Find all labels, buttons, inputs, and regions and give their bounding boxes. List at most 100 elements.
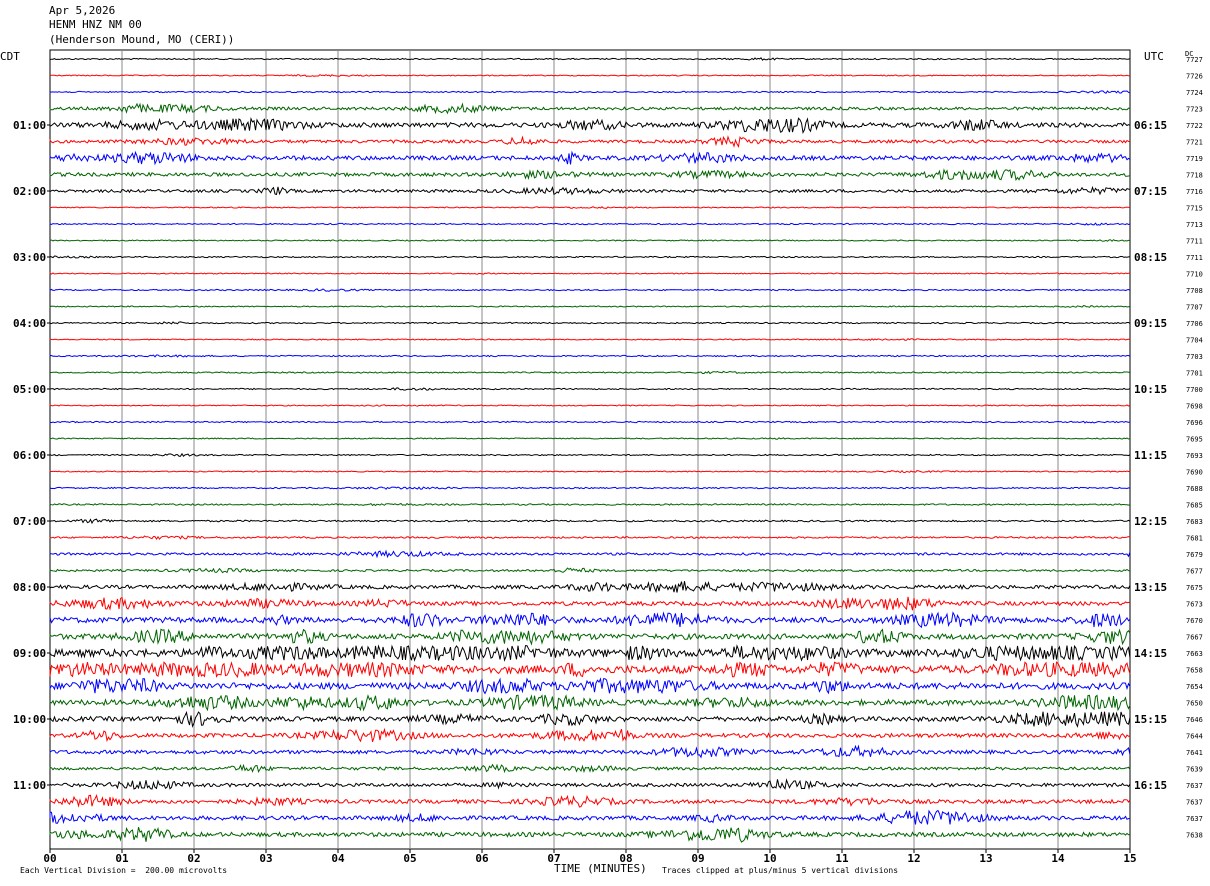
dc-offset-label: 7658 bbox=[1186, 667, 1203, 675]
x-tick-label: 14 bbox=[1051, 852, 1065, 865]
dc-offset-label: 7673 bbox=[1186, 601, 1203, 609]
x-tick-label: 05 bbox=[403, 852, 416, 865]
seismic-trace bbox=[49, 206, 1131, 209]
dc-offset-label: 7681 bbox=[1186, 535, 1203, 543]
cdt-hour-label: 07:00 bbox=[13, 515, 46, 528]
dc-offset-label: 7677 bbox=[1186, 568, 1203, 576]
seismic-trace bbox=[49, 452, 1131, 457]
dc-offset-label: 7724 bbox=[1186, 89, 1203, 97]
dc-offset-label: 7675 bbox=[1186, 584, 1203, 592]
x-tick-label: 00 bbox=[43, 852, 56, 865]
dc-offset-label: 7637 bbox=[1186, 799, 1203, 807]
seismic-trace bbox=[49, 535, 1131, 541]
dc-offset-label: 7637 bbox=[1186, 815, 1203, 823]
seismic-trace bbox=[49, 469, 1131, 474]
dc-offset-label: 7644 bbox=[1186, 733, 1203, 741]
dc-offset-label: 7723 bbox=[1186, 106, 1203, 114]
seismic-trace bbox=[49, 305, 1131, 308]
dc-offset-label: 7683 bbox=[1186, 518, 1203, 526]
seismic-trace bbox=[49, 694, 1131, 712]
dc-offset-label: 7679 bbox=[1186, 551, 1203, 559]
seismic-trace bbox=[49, 420, 1131, 424]
cdt-hour-label: 05:00 bbox=[13, 383, 46, 396]
dc-offset-label: 7726 bbox=[1186, 73, 1203, 81]
dc-offset-label: 7718 bbox=[1186, 172, 1203, 180]
seismic-trace bbox=[49, 763, 1131, 774]
cdt-hour-label: 01:00 bbox=[13, 119, 46, 132]
dc-offset-label: 7693 bbox=[1186, 452, 1203, 460]
x-tick-label: 13 bbox=[979, 852, 992, 865]
x-tick-label: 03 bbox=[259, 852, 272, 865]
dc-offset-label: 7654 bbox=[1186, 683, 1203, 691]
dc-offset-label: 7727 bbox=[1186, 56, 1203, 64]
dc-offset-label: 7663 bbox=[1186, 650, 1203, 658]
x-tick-label: 12 bbox=[907, 852, 920, 865]
dc-offset-label: 7703 bbox=[1186, 353, 1203, 361]
seismic-trace bbox=[49, 778, 1131, 790]
utc-hour-label: 06:15 bbox=[1134, 119, 1167, 132]
seismic-trace bbox=[49, 150, 1131, 166]
seismic-trace bbox=[49, 73, 1131, 77]
dc-offset-label: 7721 bbox=[1186, 139, 1203, 147]
utc-hour-label: 07:15 bbox=[1134, 185, 1167, 198]
dc-offset-label: 7716 bbox=[1186, 188, 1203, 196]
x-tick-label: 15 bbox=[1123, 852, 1136, 865]
utc-hour-label: 10:15 bbox=[1134, 383, 1167, 396]
seismic-trace bbox=[49, 437, 1131, 440]
dc-offset-label: 7701 bbox=[1186, 370, 1203, 378]
dc-offset-label: 7688 bbox=[1186, 485, 1203, 493]
cdt-hour-label: 11:00 bbox=[13, 779, 46, 792]
seismic-trace bbox=[49, 354, 1131, 358]
dc-offset-label: 7711 bbox=[1186, 254, 1203, 262]
seismic-trace bbox=[49, 596, 1131, 611]
seismic-trace bbox=[49, 502, 1131, 507]
seismic-trace bbox=[49, 611, 1131, 629]
dc-offset-label: 7719 bbox=[1186, 155, 1203, 163]
dc-offset-label: 7722 bbox=[1186, 122, 1203, 130]
seismic-trace bbox=[49, 744, 1131, 759]
seismic-trace bbox=[49, 793, 1131, 808]
seismic-trace bbox=[49, 117, 1131, 135]
dc-offset-label: 7641 bbox=[1186, 749, 1203, 757]
utc-hour-label: 11:15 bbox=[1134, 449, 1167, 462]
utc-hour-label: 16:15 bbox=[1134, 779, 1167, 792]
dc-offset-label: 7698 bbox=[1186, 403, 1203, 411]
seismic-trace bbox=[49, 185, 1131, 196]
dc-offset-label: 7690 bbox=[1186, 469, 1203, 477]
dc-offset-label: 7710 bbox=[1186, 271, 1203, 279]
x-tick-label: 09 bbox=[691, 852, 704, 865]
cdt-hour-label: 03:00 bbox=[13, 251, 46, 264]
seismic-trace bbox=[49, 580, 1131, 594]
dc-offset-label: 7639 bbox=[1186, 766, 1203, 774]
seismic-trace bbox=[49, 387, 1131, 391]
seismic-trace bbox=[49, 222, 1131, 226]
seismic-trace bbox=[49, 644, 1131, 662]
utc-hour-label: 09:15 bbox=[1134, 317, 1167, 330]
utc-hour-label: 13:15 bbox=[1134, 581, 1167, 594]
seismic-trace bbox=[49, 567, 1131, 574]
seismic-trace bbox=[49, 549, 1131, 559]
dc-offset-label: 7650 bbox=[1186, 700, 1203, 708]
seismic-trace bbox=[49, 135, 1131, 148]
dc-offset-label: 7715 bbox=[1186, 205, 1203, 213]
seismic-trace bbox=[49, 102, 1131, 115]
cdt-hour-label: 06:00 bbox=[13, 449, 46, 462]
x-tick-label: 01 bbox=[115, 852, 129, 865]
seismic-trace bbox=[49, 486, 1131, 490]
dc-offset-label: 7695 bbox=[1186, 436, 1203, 444]
seismic-trace bbox=[49, 677, 1131, 695]
seismic-trace bbox=[49, 168, 1131, 182]
dc-offset-label: 7638 bbox=[1186, 832, 1203, 840]
seismic-trace bbox=[49, 321, 1131, 325]
dc-offset-label: 7704 bbox=[1186, 337, 1203, 345]
seismic-trace bbox=[49, 288, 1131, 292]
seismic-trace bbox=[49, 404, 1131, 407]
clip-note: Traces clipped at plus/minus 5 vertical … bbox=[662, 866, 899, 875]
cdt-hour-label: 08:00 bbox=[13, 581, 46, 594]
vertical-division-note: Each Vertical Division = 200.00 microvol… bbox=[20, 866, 228, 875]
dc-offset-label: 7706 bbox=[1186, 320, 1203, 328]
utc-hour-label: 08:15 bbox=[1134, 251, 1167, 264]
seismogram-plot: 00 01 02 03 04 05 06 07 08 09 10 11 12 13 14 1577277726… bbox=[13, 49, 1203, 865]
dc-offset-label: 7637 bbox=[1186, 782, 1203, 790]
plot-frame bbox=[49, 49, 1131, 850]
